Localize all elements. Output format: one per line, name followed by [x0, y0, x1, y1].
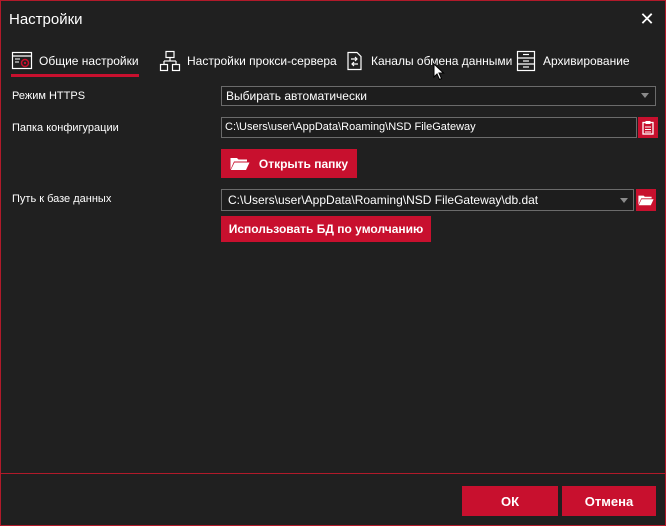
tab-label: Архивирование — [543, 54, 630, 68]
chevron-down-icon — [641, 93, 649, 98]
tab-data-channels[interactable]: Каналы обмена данными — [343, 45, 512, 77]
tab-label: Общие настройки — [39, 54, 139, 68]
cancel-button[interactable]: Отмена — [562, 486, 656, 516]
settings-window-icon — [11, 50, 33, 72]
clipboard-icon — [642, 121, 654, 135]
config-folder-field[interactable]: C:\Users\user\AppData\Roaming\NSD FileGa… — [221, 117, 637, 138]
mouse-cursor-icon — [433, 63, 445, 81]
open-folder-button[interactable]: Открыть папку — [221, 149, 357, 178]
ok-label: ОК — [500, 493, 520, 509]
copy-path-button[interactable] — [638, 117, 658, 138]
tab-general-settings[interactable]: Общие настройки — [11, 45, 139, 77]
use-default-db-label: Использовать БД по умолчанию — [228, 222, 424, 236]
active-tab-indicator — [11, 74, 139, 77]
cancel-label: Отмена — [584, 493, 634, 509]
tab-label: Настройки прокси-сервера — [187, 54, 337, 68]
close-button[interactable]: ✕ — [637, 9, 657, 29]
tab-bar: Общие настройки Настройки прокси-сервера — [1, 45, 665, 77]
tab-proxy-settings[interactable]: Настройки прокси-сервера — [159, 45, 337, 77]
footer-divider — [1, 473, 665, 474]
db-path-combobox[interactable]: C:\Users\user\AppData\Roaming\NSD FileGa… — [221, 189, 634, 211]
folder-open-icon — [638, 195, 654, 206]
config-folder-value: C:\Users\user\AppData\Roaming\NSD FileGa… — [225, 121, 476, 133]
https-mode-select[interactable]: Выбирать автоматически — [221, 86, 656, 106]
settings-dialog: Настройки ✕ Общие настройки Настройки пр… — [0, 0, 666, 526]
dialog-title: Настройки — [9, 11, 83, 28]
db-path-value: C:\Users\user\AppData\Roaming\NSD FileGa… — [228, 193, 539, 207]
ok-button[interactable]: ОК — [462, 486, 558, 516]
config-folder-label: Папка конфигурации — [12, 122, 119, 134]
tab-archiving[interactable]: Архивирование — [515, 45, 630, 77]
chevron-down-icon — [620, 198, 628, 203]
archive-icon — [515, 50, 537, 72]
browse-db-button[interactable] — [636, 189, 656, 211]
https-mode-label: Режим HTTPS — [12, 90, 86, 102]
use-default-db-button[interactable]: Использовать БД по умолчанию — [221, 216, 431, 242]
exchange-icon — [343, 50, 365, 72]
network-icon — [159, 50, 181, 72]
folder-icon — [230, 158, 250, 170]
db-path-label: Путь к базе данных — [12, 193, 112, 205]
https-mode-value: Выбирать автоматически — [226, 89, 367, 103]
open-folder-label: Открыть папку — [258, 156, 349, 171]
title-bar: Настройки ✕ — [1, 1, 665, 39]
